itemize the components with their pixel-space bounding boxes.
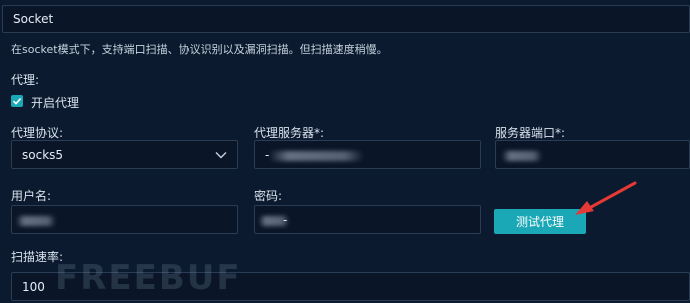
scan-rate-value: 100	[22, 279, 45, 294]
proxy-protocol-select[interactable]: socks5	[11, 140, 238, 169]
redacted-port	[502, 151, 542, 161]
watermark-logo: FREEBUF	[55, 258, 242, 298]
mode-description: 在socket模式下，支持端口扫描、协议识别以及漏洞扫描。但扫描速度稍慢。	[11, 43, 388, 56]
checkmark-icon	[12, 98, 22, 105]
redacted-server	[269, 151, 364, 161]
enable-proxy-checkbox[interactable]	[11, 95, 23, 107]
proxy-protocol-value: socks5	[22, 147, 64, 162]
password-input[interactable]: -	[254, 205, 481, 234]
enable-proxy-label[interactable]: 开启代理	[31, 94, 79, 111]
test-proxy-button[interactable]: 测试代理	[494, 209, 586, 234]
proxy-server-input[interactable]: -	[254, 140, 481, 169]
proxy-protocol-label: 代理协议:	[11, 126, 64, 140]
proxy-section-label: 代理:	[11, 73, 40, 87]
proxy-server-label: 代理服务器*:	[254, 126, 325, 140]
mode-select[interactable]: Socket	[2, 5, 690, 33]
redacted-username	[16, 216, 56, 226]
password-label: 密码:	[254, 189, 283, 203]
redacted-password	[259, 216, 289, 226]
server-port-input[interactable]	[495, 140, 690, 169]
username-input[interactable]	[11, 205, 238, 234]
username-label: 用户名:	[11, 189, 52, 203]
chevron-down-icon	[215, 151, 227, 158]
server-port-label: 服务器端口*:	[495, 126, 566, 140]
mode-select-value: Socket	[13, 12, 54, 26]
